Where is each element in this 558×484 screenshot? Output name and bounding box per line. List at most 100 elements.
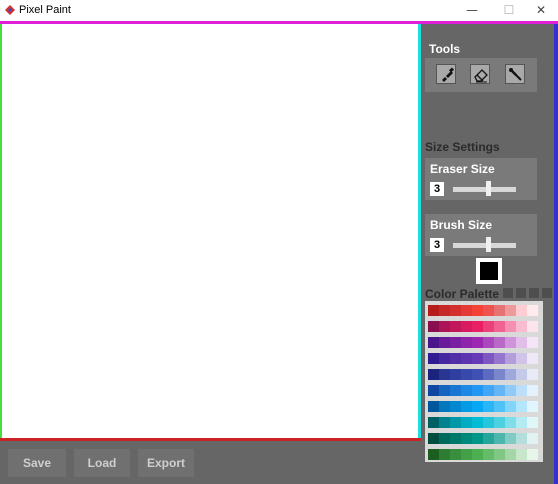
palette-color-cell[interactable] [483,417,494,428]
palette-color-cell[interactable] [494,385,505,396]
palette-color-cell[interactable] [516,369,527,380]
palette-color-cell[interactable] [461,321,472,332]
palette-color-cell[interactable] [527,305,538,316]
palette-color-cell[interactable] [527,337,538,348]
palette-color-cell[interactable] [472,433,483,444]
eraser-size-slider[interactable] [453,187,516,192]
palette-color-cell[interactable] [461,337,472,348]
palette-color-cell[interactable] [472,305,483,316]
palette-color-cell[interactable] [494,401,505,412]
palette-color-cell[interactable] [505,433,516,444]
palette-color-cell[interactable] [439,449,450,460]
palette-color-cell[interactable] [516,401,527,412]
palette-color-cell[interactable] [516,433,527,444]
palette-color-cell[interactable] [472,369,483,380]
palette-color-cell[interactable] [439,401,450,412]
palette-color-cell[interactable] [439,385,450,396]
palette-color-cell[interactable] [483,449,494,460]
palette-color-cell[interactable] [428,433,439,444]
maximize-button[interactable]: ☐ [492,0,526,21]
palette-color-cell[interactable] [439,433,450,444]
palette-color-cell[interactable] [516,337,527,348]
palette-color-cell[interactable] [505,369,516,380]
palette-color-cell[interactable] [472,417,483,428]
eraser-tool-button[interactable] [470,64,490,84]
palette-color-cell[interactable] [483,321,494,332]
palette-color-cell[interactable] [505,321,516,332]
palette-color-cell[interactable] [505,337,516,348]
palette-color-cell[interactable] [483,353,494,364]
save-button[interactable]: Save [8,449,66,477]
palette-color-cell[interactable] [461,369,472,380]
palette-color-cell[interactable] [461,449,472,460]
eyedropper-tool-button[interactable] [505,64,525,84]
palette-color-cell[interactable] [516,417,527,428]
palette-color-cell[interactable] [450,369,461,380]
palette-color-cell[interactable] [505,305,516,316]
palette-color-cell[interactable] [527,321,538,332]
palette-color-cell[interactable] [494,337,505,348]
palette-color-cell[interactable] [516,353,527,364]
palette-color-cell[interactable] [472,401,483,412]
palette-color-cell[interactable] [428,305,439,316]
palette-color-cell[interactable] [527,449,538,460]
palette-color-cell[interactable] [472,321,483,332]
palette-color-cell[interactable] [472,385,483,396]
brush-size-slider[interactable] [453,243,516,248]
palette-color-cell[interactable] [461,417,472,428]
palette-color-cell[interactable] [450,433,461,444]
palette-color-cell[interactable] [494,369,505,380]
palette-color-cell[interactable] [505,385,516,396]
close-button[interactable]: ✕ [524,0,558,21]
palette-color-cell[interactable] [428,401,439,412]
palette-mini-button-2[interactable] [516,288,526,298]
current-color-swatch[interactable] [476,258,502,284]
palette-color-cell[interactable] [527,385,538,396]
palette-color-cell[interactable] [450,417,461,428]
palette-color-cell[interactable] [505,417,516,428]
palette-color-cell[interactable] [516,385,527,396]
palette-color-cell[interactable] [450,449,461,460]
palette-color-cell[interactable] [505,353,516,364]
palette-color-cell[interactable] [461,353,472,364]
palette-color-cell[interactable] [516,449,527,460]
palette-color-cell[interactable] [494,433,505,444]
palette-color-cell[interactable] [439,305,450,316]
eraser-size-slider-handle[interactable] [486,181,491,196]
palette-color-cell[interactable] [483,433,494,444]
palette-color-cell[interactable] [428,449,439,460]
minimize-button[interactable]: — [455,0,489,21]
palette-color-cell[interactable] [461,433,472,444]
brush-tool-button[interactable] [436,64,456,84]
palette-color-cell[interactable] [461,385,472,396]
palette-color-cell[interactable] [527,401,538,412]
palette-color-cell[interactable] [472,337,483,348]
palette-color-cell[interactable] [450,305,461,316]
palette-color-cell[interactable] [494,353,505,364]
palette-color-cell[interactable] [494,305,505,316]
palette-color-cell[interactable] [461,305,472,316]
palette-color-cell[interactable] [461,401,472,412]
palette-color-cell[interactable] [527,353,538,364]
palette-color-cell[interactable] [428,321,439,332]
palette-color-cell[interactable] [483,385,494,396]
palette-color-cell[interactable] [439,369,450,380]
palette-color-cell[interactable] [483,401,494,412]
palette-color-cell[interactable] [483,305,494,316]
palette-color-cell[interactable] [450,353,461,364]
palette-color-cell[interactable] [428,385,439,396]
palette-mini-button-4[interactable] [542,288,552,298]
palette-color-cell[interactable] [428,337,439,348]
palette-color-cell[interactable] [505,449,516,460]
load-button[interactable]: Load [74,449,130,477]
palette-color-cell[interactable] [472,449,483,460]
palette-color-cell[interactable] [527,433,538,444]
palette-color-cell[interactable] [428,417,439,428]
palette-color-cell[interactable] [527,417,538,428]
palette-color-cell[interactable] [516,321,527,332]
palette-color-cell[interactable] [472,353,483,364]
palette-color-cell[interactable] [450,401,461,412]
export-button[interactable]: Export [138,449,194,477]
palette-color-cell[interactable] [450,337,461,348]
palette-color-cell[interactable] [450,385,461,396]
